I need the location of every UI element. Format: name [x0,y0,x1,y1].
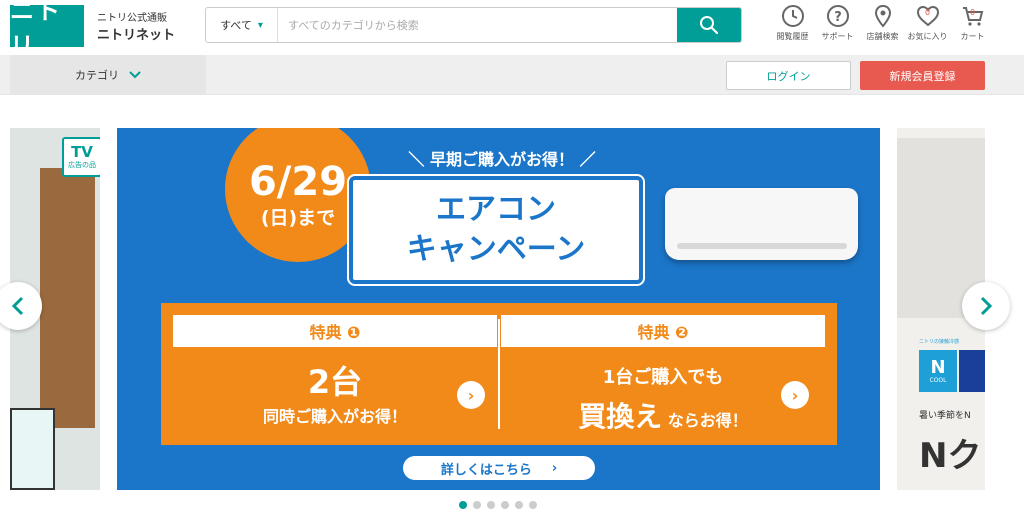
support-link[interactable]: ? サポート [815,4,860,42]
benefit2-small: ならお得！ [667,411,748,430]
air-conditioner-image [665,188,858,260]
brand-subtitle: ニトリ公式通販 [97,13,167,24]
campaign-title-line1: エアコン [436,192,556,227]
aircon-vent [677,243,847,249]
carousel-dots [459,501,537,509]
store-search-label: 店舗検索 [866,32,899,41]
svg-text:?: ? [834,10,842,25]
chevron-left-icon [11,296,24,316]
search-category-label: すべて [220,19,252,32]
favorites-link[interactable]: 0 お気に入り [905,4,950,42]
season-text: 暑い季節をN [919,411,971,421]
brand-name[interactable]: ニトリネット [97,24,175,43]
campaign-title-line2: キャンペーン [406,232,586,267]
carousel-dot[interactable] [473,501,481,509]
benefit1-heading: 特典 ❶ [173,315,497,347]
chevron-right-icon [980,296,993,316]
header: ニトリ ニトリ公式通販 ニトリネット すべて ▾ 閲覧履歴 ? [0,0,1024,60]
history-link[interactable]: 閲覧履歴 [770,4,815,42]
help-icon: ? [826,5,849,27]
ncool-logo-dark [959,350,985,392]
category-menu-button[interactable]: カテゴリ [10,55,206,95]
favorites-count: 0 [924,8,931,17]
carousel-dot[interactable] [487,501,495,509]
deadline-suffix: (日)まで [260,206,336,229]
details-label: 詳しくはこちら [440,462,532,478]
aircon-campaign-banner[interactable]: 6/29 (日)まで ＼ 早期ご購入がお得！ ／ エアコン キャンペーン 特典 … [117,128,880,490]
benefit1-sub: 同時ご購入がお得！ [262,407,407,426]
search-category-select[interactable]: すべて ▾ [206,8,278,42]
header-icons: 閲覧履歴 ? サポート 店舗検索 0 お気に入り 0 カート [770,4,995,42]
nitori-logo[interactable]: ニトリ [10,0,84,60]
search-bar: すべて ▾ [205,7,742,43]
carousel-next-button[interactable] [962,282,1010,330]
chevron-right-icon[interactable]: › [457,381,485,409]
chevron-right-icon: › [551,460,558,476]
login-button[interactable]: ログイン [726,61,851,90]
cart-link[interactable]: 0 カート [950,4,995,42]
benefit2-sub: 買換え ならお得！ [501,395,825,435]
chevron-right-icon[interactable]: › [781,381,809,409]
benefit-divider [498,319,500,429]
tv-ad-badge: TV 広告の品 [62,137,100,177]
store-search-link[interactable]: 店舗検索 [860,4,905,42]
ncool-headline: Nク [919,436,982,476]
benefit2-heading: 特典 ❷ [501,315,825,347]
benefit1-main: 2台 [307,363,363,401]
ncool-logo: N COOL [919,350,957,392]
deadline-date: 6/29 [248,158,348,205]
cart-count: 0 [969,8,976,17]
details-button[interactable]: 詳しくはこちら › [403,456,595,480]
furniture-image [40,168,95,428]
carousel-dot[interactable] [515,501,523,509]
chevron-down-icon: ▾ [257,19,263,31]
early-purchase-text: ＼ 早期ご購入がお得！ ／ [408,150,596,169]
search-icon [700,16,719,35]
benefit2-main: 1台ご購入でも [602,367,724,388]
search-input[interactable] [278,8,677,42]
sub-navigation: カテゴリ ログイン 新規会員登録 [0,55,1024,95]
ncool-label: COOL [929,376,947,384]
ncool-letter: N [930,356,946,378]
benefits-panel: 特典 ❶ 特典 ❷ 2台 同時ご購入がお得！ 1台ご購入でも 買換え ならお得！… [161,303,837,445]
tv-badge-text: TV [71,143,93,161]
carousel-dot[interactable] [529,501,537,509]
history-icon [781,5,804,27]
location-icon [874,4,891,28]
benefit2-big: 買換え [578,400,663,433]
register-button[interactable]: 新規会員登録 [860,61,985,90]
ncool-caption: ニトリの接触冷感 [919,339,960,345]
tv-badge-subtext: 広告の品 [68,161,96,169]
campaign-title-box: エアコン キャンペーン [347,174,645,286]
history-label: 閲覧履歴 [776,32,809,41]
hero-carousel: TV 広告の品 6/29 (日)まで ＼ 早期ご購入がお得！ ／ エアコン キャ… [0,128,1024,490]
category-menu-label: カテゴリ [75,69,119,82]
favorites-label: お気に入り [907,32,948,41]
chevron-down-icon [129,71,141,79]
carousel-dot[interactable] [459,501,467,509]
cabinet-image [10,408,55,490]
cart-label: カート [960,32,985,41]
support-label: サポート [821,32,854,41]
search-button[interactable] [677,8,741,42]
carousel-dot[interactable] [501,501,509,509]
